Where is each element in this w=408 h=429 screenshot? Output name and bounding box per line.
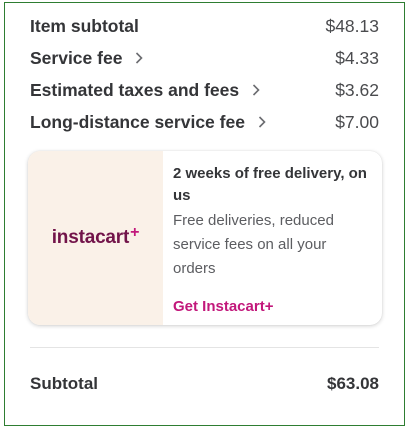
taxes-fees-amount: $3.62 — [335, 79, 379, 100]
subtotal-amount: $63.08 — [327, 374, 379, 393]
item-subtotal-label: Item subtotal — [30, 15, 139, 36]
service-fee-label: Service fee — [30, 47, 123, 68]
chevron-right-icon[interactable] — [249, 83, 263, 97]
long-distance-fee-row[interactable]: Long-distance service fee $7.00 — [30, 107, 379, 137]
taxes-fees-label: Estimated taxes and fees — [30, 79, 240, 100]
item-subtotal-row: Item subtotal $48.13 — [30, 11, 379, 41]
chevron-right-icon[interactable] — [255, 115, 269, 129]
item-subtotal-amount: $48.13 — [325, 15, 379, 36]
taxes-fees-row[interactable]: Estimated taxes and fees $3.62 — [30, 75, 379, 105]
service-fee-row[interactable]: Service fee $4.33 — [30, 43, 379, 73]
service-fee-amount: $4.33 — [335, 47, 379, 68]
divider — [30, 347, 379, 348]
get-instacart-plus-link[interactable]: Get Instacart+ — [173, 298, 273, 315]
order-summary-panel: Item subtotal $48.13 Service fee $4.33 E… — [4, 2, 405, 426]
promo-title: 2 weeks of free delivery, on us — [173, 165, 367, 204]
subtotal-row: Subtotal $63.08 — [30, 370, 379, 398]
chevron-right-icon[interactable] — [132, 51, 146, 65]
promo-description: Free deliveries, reduced service fees on… — [173, 212, 334, 277]
long-distance-fee-amount: $7.00 — [335, 111, 379, 132]
long-distance-fee-label: Long-distance service fee — [30, 111, 245, 132]
instacart-plus-logo: instacart+ — [51, 224, 140, 248]
promo-brand-panel: instacart+ — [28, 151, 163, 325]
instacart-plus-promo-card[interactable]: instacart+ 2 weeks of free delivery, on … — [28, 151, 382, 325]
subtotal-label: Subtotal — [30, 374, 98, 393]
